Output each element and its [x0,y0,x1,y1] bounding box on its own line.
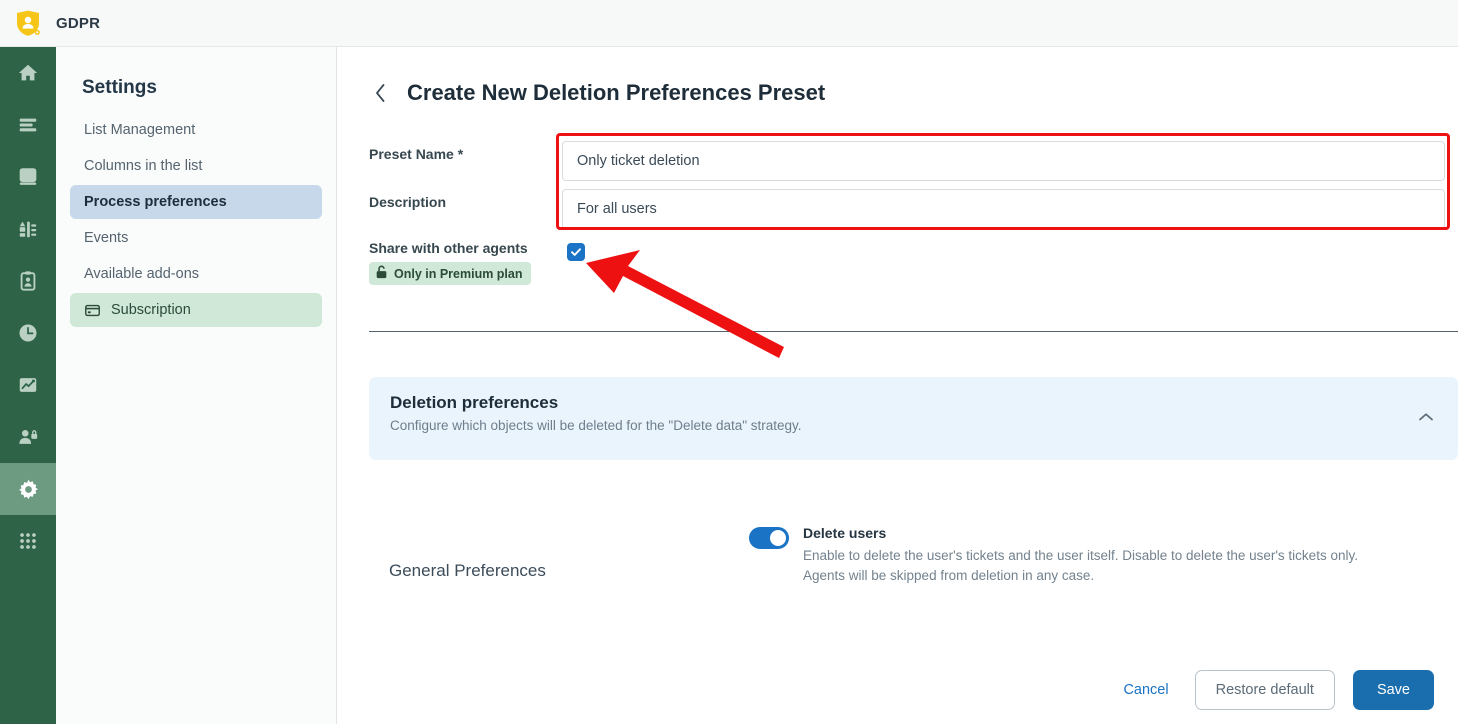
sidebar-item-label: Available add-ons [84,266,200,282]
user-lock-icon [19,430,38,444]
clock-icon [19,324,37,342]
sidebar-item-label: Events [84,230,129,246]
home-icon [18,64,38,81]
sidebar-item-columns-in-the-list[interactable]: Columns in the list [70,149,322,183]
sidebar-item-label: Process preferences [84,194,227,210]
clipboard-person-icon [20,271,36,291]
main-content: Create New Deletion Preferences Preset P… [337,47,1458,724]
sidebar-item-list-management[interactable]: List Management [70,113,322,147]
rail-item-history[interactable] [0,307,56,359]
delete-users-row: Delete users Enable to delete the user's… [749,525,1358,586]
brand-title: GDPR [56,14,101,32]
share-label-group: Share with other agents Only in Premium … [369,240,557,285]
preset-name-input[interactable]: Only ticket deletion [562,141,1445,181]
delete-users-description-line2: Agents will be skipped from deletion in … [803,568,1095,583]
rail-item-database[interactable] [0,151,56,203]
toggle-knob [770,530,786,546]
credit-card-icon [84,302,101,319]
app-logo[interactable] [0,9,56,37]
settings-sidebar: Settings List Management Columns in the … [56,47,337,724]
preset-name-label: Preset Name * [369,146,464,162]
delete-users-toggle[interactable] [749,527,789,549]
delete-users-label: Delete users [803,525,887,541]
chevron-up-icon[interactable] [1418,409,1436,427]
gear-icon [18,479,38,499]
premium-badge-label: Only in Premium plan [394,266,523,281]
form-footer: Cancel Restore default Save [1115,670,1434,710]
deletion-preferences-panel[interactable]: Deletion preferences Configure which obj… [369,377,1458,460]
lock-open-icon [375,265,388,282]
analytics-icon [19,378,37,392]
page-title: Create New Deletion Preferences Preset [407,80,826,105]
sidebar-item-label: List Management [84,122,196,138]
share-with-other-agents-checkbox[interactable] [567,243,585,261]
list-icon [19,118,37,132]
rail-item-apps[interactable] [0,515,56,567]
panel-subtitle: Configure which objects will be deleted … [390,418,802,433]
general-preferences-label: General Preferences [389,561,546,580]
cancel-button[interactable]: Cancel [1115,676,1176,704]
rail-item-home[interactable] [0,47,56,99]
description-input[interactable]: For all users [562,189,1445,229]
page-header: Create New Deletion Preferences Preset [337,47,1458,106]
chart-bar-icon [19,221,37,238]
rail-item-user-privacy[interactable] [0,411,56,463]
shield-person-icon [17,10,40,36]
delete-users-text: Delete users Enable to delete the user's… [803,525,1358,586]
apps-grid-icon [20,533,36,549]
share-with-other-agents-label: Share with other agents [369,240,528,256]
panel-title: Deletion preferences [390,393,559,412]
restore-default-button[interactable]: Restore default [1194,670,1335,710]
sidebar-item-label: Subscription [111,302,191,318]
chevron-left-icon[interactable] [369,82,391,104]
description-label: Description [369,194,447,210]
premium-plan-badge: Only in Premium plan [369,262,531,285]
rail-item-reports[interactable] [0,203,56,255]
sidebar-item-subscription[interactable]: Subscription [70,293,322,327]
sidebar-item-events[interactable]: Events [70,221,322,255]
rail-item-lists[interactable] [0,99,56,151]
rail-item-audit[interactable] [0,255,56,307]
top-bar: GDPR [0,0,1458,47]
database-icon [19,168,37,185]
settings-title: Settings [82,77,157,98]
rail-item-settings[interactable] [0,463,56,515]
sidebar-item-process-preferences[interactable]: Process preferences [70,185,322,219]
rail-item-analytics[interactable] [0,359,56,411]
app-root: GDPR Settings List Management Columns in… [0,0,1458,724]
save-button[interactable]: Save [1352,670,1434,710]
delete-users-description-line1: Enable to delete the user's tickets and … [803,548,1358,563]
section-divider [369,331,1458,332]
share-with-other-agents-row: Share with other agents Only in Premium … [369,240,1458,285]
check-icon [571,248,581,256]
preset-form: Preset Name * Description Only ticket de… [337,132,1458,285]
sidebar-item-available-add-ons[interactable]: Available add-ons [70,257,322,291]
icon-rail [0,47,56,724]
sidebar-item-label: Columns in the list [84,158,203,174]
